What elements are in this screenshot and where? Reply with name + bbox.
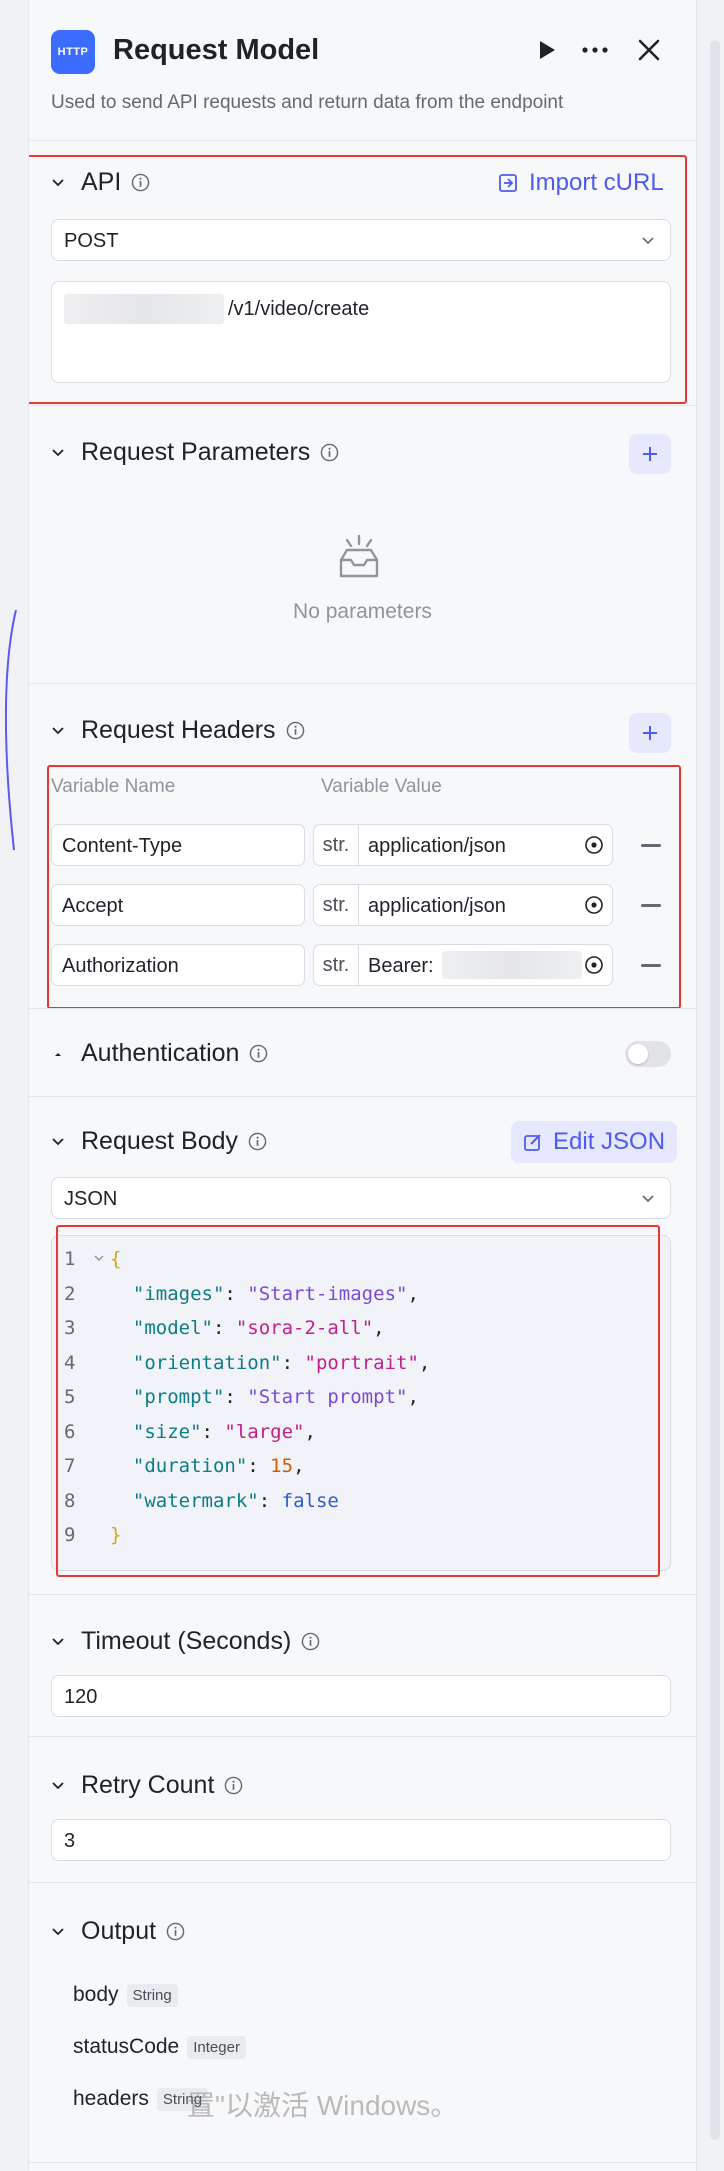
output-type-tag: String [126,1983,178,2007]
page-title: Request Model [113,34,320,66]
output-item: statusCode Integer [73,2035,246,2059]
output-type-tag: Integer [187,2035,246,2059]
output-name: headers [73,2087,149,2110]
output-name: statusCode [73,2035,180,2058]
highlight-body [56,1225,660,1577]
output-section: Output body String statusCode Integer he… [29,1882,696,2171]
auth-toggle[interactable] [625,1041,671,1067]
chevron-down-icon [52,1781,64,1789]
headers-title: Request Headers [81,716,276,744]
more-icon [582,47,608,53]
chevron-down-icon [642,1195,654,1203]
windows-activation-watermark: 置"以激活 Windows。 [187,2090,459,2121]
more-button[interactable] [575,30,615,70]
add-header-button[interactable] [629,713,671,753]
canvas-connector-curve [4,609,17,851]
timeout-section: Timeout (Seconds) 120 [29,1594,696,1737]
close-button[interactable] [629,30,669,70]
timeout-section-header[interactable]: Timeout (Seconds) [51,1627,320,1656]
request-model-panel: HTTP Request Model Used to send API requ… [28,0,697,2171]
body-title: Request Body [81,1127,239,1155]
info-icon[interactable] [224,1776,243,1795]
info-icon[interactable] [166,1922,185,1941]
plus-icon [643,726,657,740]
params-section: Request Parameters No parameters [29,405,696,684]
play-icon [540,41,555,59]
info-icon[interactable] [249,1044,268,1063]
highlight-headers [47,765,681,1009]
output-title: Output [81,1917,157,1945]
info-icon[interactable] [248,1132,267,1151]
close-icon [638,39,660,61]
http-icon: HTTP [51,30,95,74]
plus-icon [643,447,657,461]
collapse-indicator-icon [55,1052,61,1056]
output-section-header[interactable]: Output [51,1917,185,1946]
toggle-knob [628,1044,648,1064]
body-section-header[interactable]: Request Body [51,1127,267,1156]
retry-input[interactable]: 3 [51,1819,671,1861]
panel-description: Used to send API requests and return dat… [51,92,564,113]
edit-icon [524,1134,541,1151]
edit-json-label: Edit JSON [553,1128,666,1155]
chevron-down-icon [52,1927,64,1935]
empty-params-text: No parameters [293,600,432,623]
add-parameter-button[interactable] [629,434,671,474]
chevron-down-icon [52,1137,64,1145]
timeout-value: 120 [64,1686,98,1708]
scrollbar[interactable] [710,40,720,2140]
retry-section: Retry Count 3 [29,1736,696,1883]
output-item: body String [73,1983,178,2007]
params-title: Request Parameters [81,438,311,466]
params-section-header[interactable]: Request Parameters [51,438,339,467]
auth-section-header[interactable]: Authentication [51,1039,268,1068]
info-icon[interactable] [320,443,339,462]
chevron-down-icon [52,448,64,456]
chevron-down-icon [52,726,64,734]
empty-inbox-icon [339,534,379,578]
highlight-api [29,155,687,404]
chevron-down-icon [52,1637,64,1645]
run-button[interactable] [527,30,567,70]
bottom-divider [29,2162,696,2163]
edit-json-button[interactable]: Edit JSON [511,1121,678,1163]
retry-value: 3 [64,1830,76,1852]
output-name: body [73,1983,119,2006]
timeout-title: Timeout (Seconds) [81,1627,292,1655]
timeout-input[interactable]: 120 [51,1675,671,1717]
retry-title: Retry Count [81,1771,215,1799]
auth-title: Authentication [81,1039,240,1067]
info-icon[interactable] [301,1632,320,1651]
panel-header: HTTP Request Model Used to send API requ… [29,0,696,140]
body-format-value: JSON [64,1188,118,1210]
auth-section: Authentication [29,1008,696,1097]
info-icon[interactable] [286,721,305,740]
retry-section-header[interactable]: Retry Count [51,1771,243,1800]
http-icon-text: HTTP [57,46,89,58]
headers-section-header[interactable]: Request Headers [51,716,305,745]
body-format-select[interactable]: JSON [51,1177,671,1219]
